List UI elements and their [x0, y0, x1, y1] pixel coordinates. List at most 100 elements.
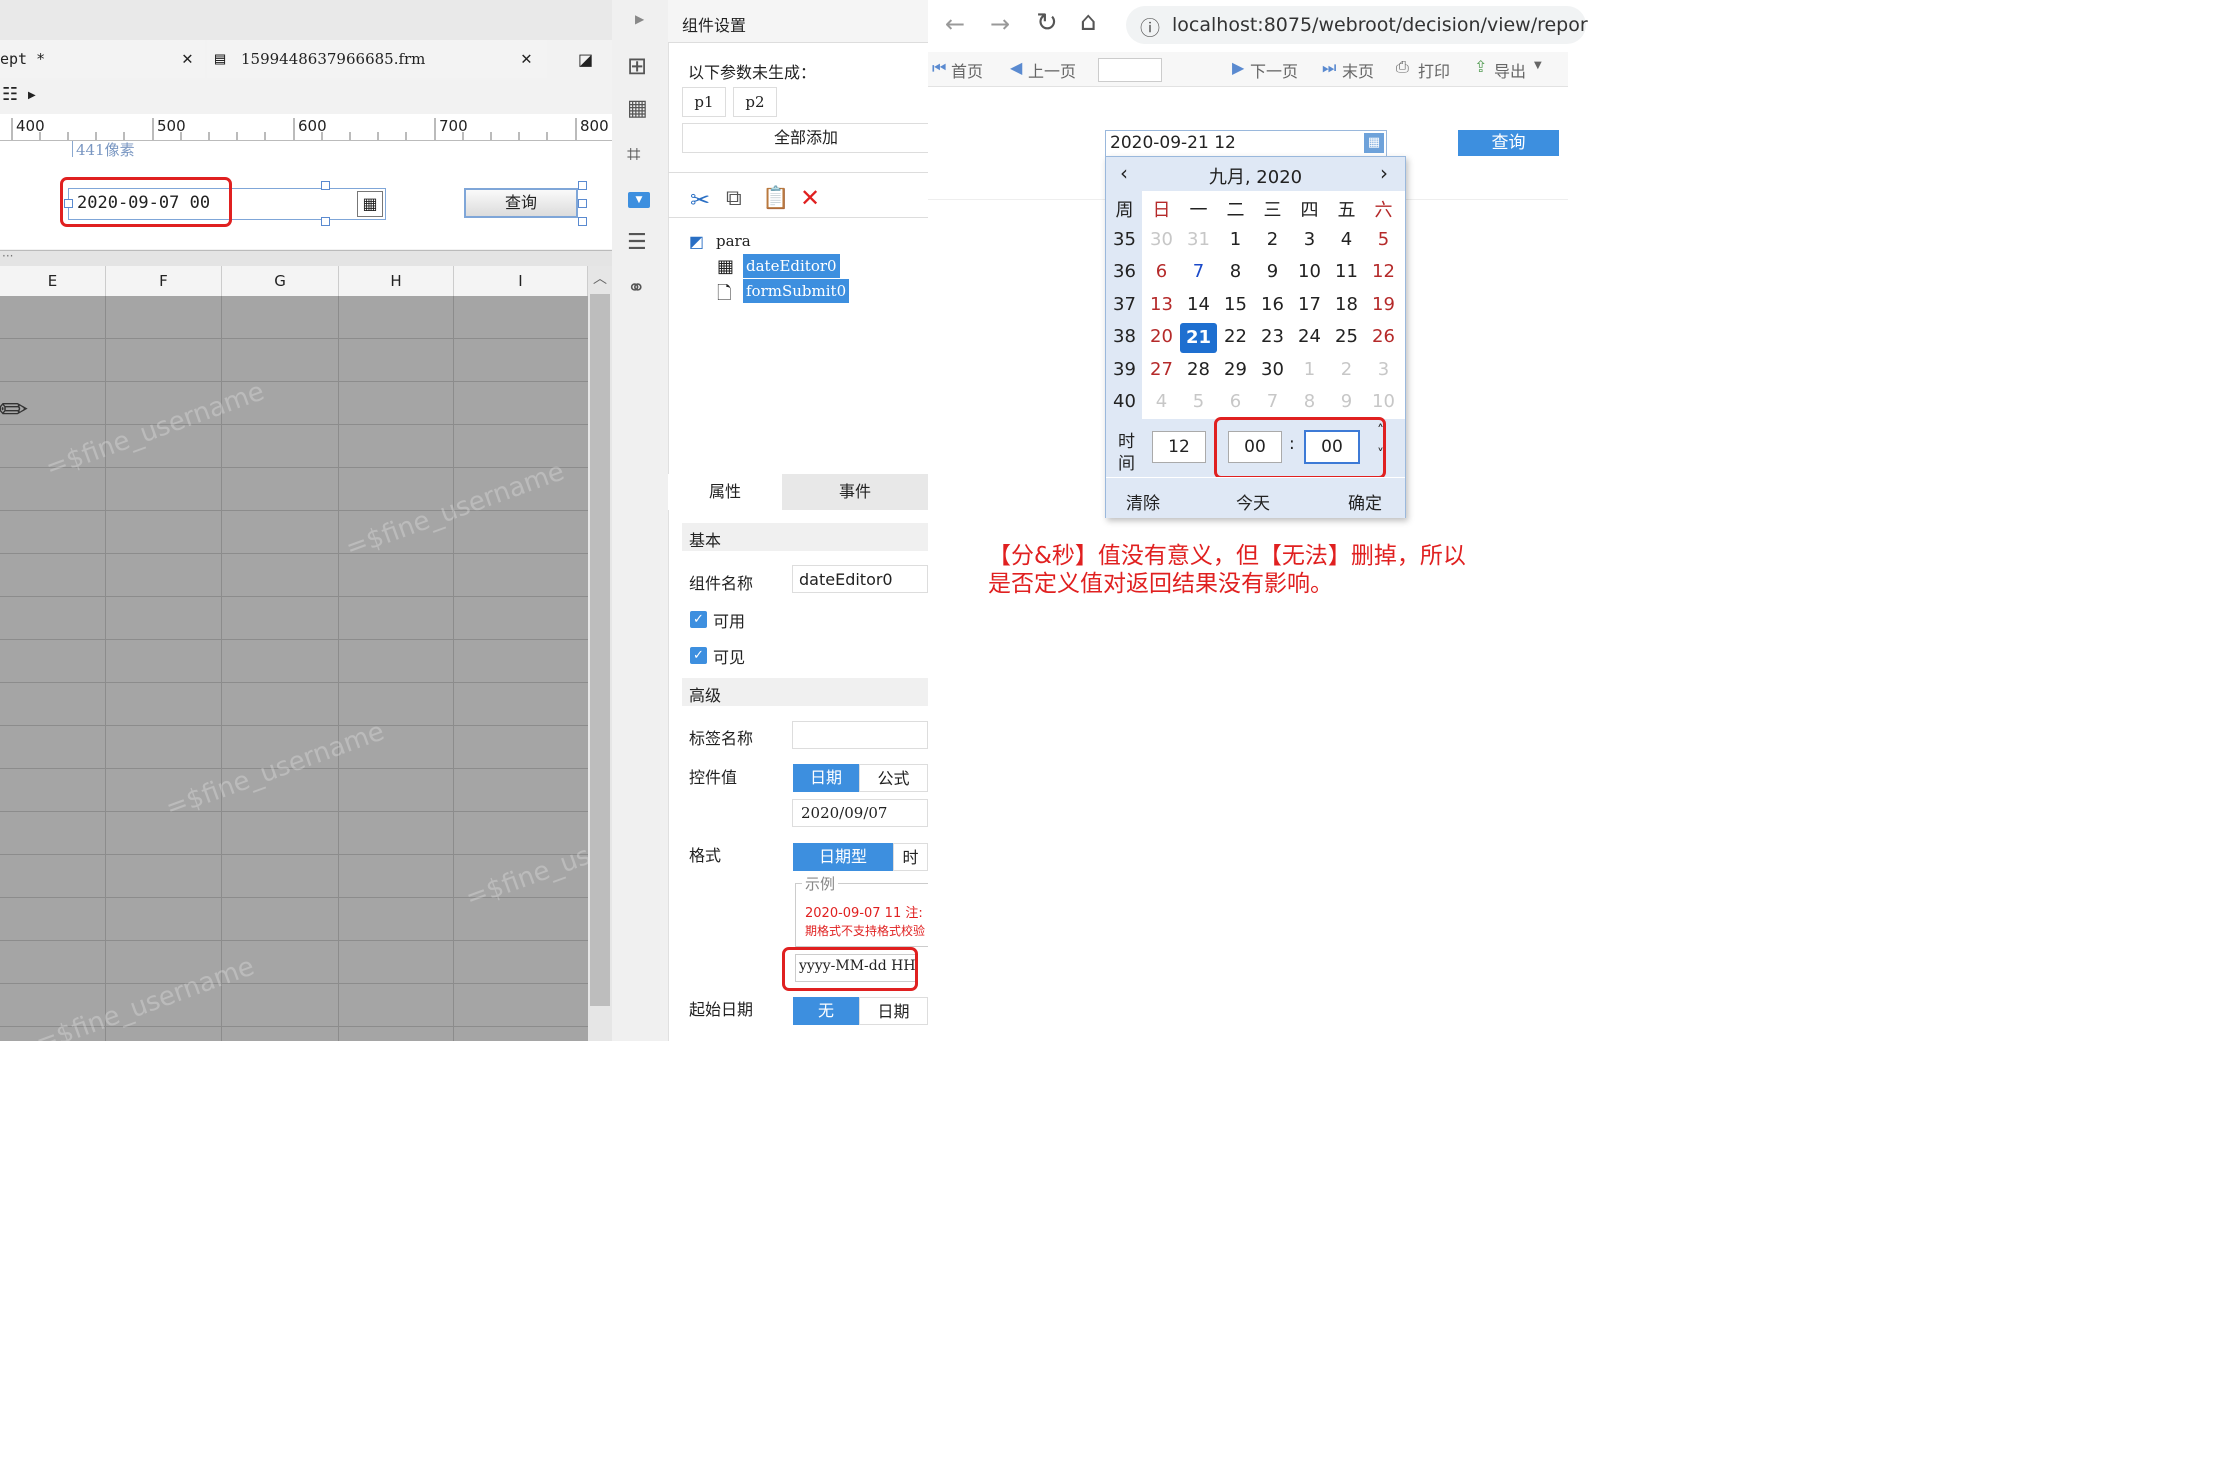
paste-icon[interactable]: 📋	[762, 186, 789, 211]
resize-handle[interactable]	[578, 217, 587, 226]
form-icon[interactable]: ☰	[627, 230, 647, 255]
visible-checkbox[interactable]: ✓	[690, 647, 707, 664]
hour-input[interactable]: 12	[1152, 431, 1206, 463]
reload-icon[interactable]: ↻	[1036, 8, 1058, 38]
calendar-day[interactable]: 26	[1365, 326, 1402, 347]
ok-button[interactable]: 确定	[1348, 489, 1382, 514]
tab-events[interactable]: 事件	[782, 474, 928, 510]
param-p2-button[interactable]: p2	[733, 87, 777, 117]
scrollbar-thumb[interactable]	[590, 294, 610, 1006]
tree-item-formsubmit[interactable]: formSubmit0	[743, 279, 850, 303]
prev-page-button[interactable]: 上一页	[1028, 58, 1076, 82]
address-bar[interactable]: ⓘ localhost:8075/webroot/decision/view/r…	[1126, 6, 1588, 44]
resize-handle[interactable]	[321, 217, 330, 226]
calendar-day[interactable]: 28	[1180, 359, 1217, 380]
calendar-day[interactable]: 31	[1180, 229, 1217, 250]
resize-handle[interactable]	[578, 181, 587, 190]
calendar-day[interactable]: 13	[1143, 294, 1180, 315]
calendar-day[interactable]: 2	[1328, 359, 1365, 380]
widget-icon[interactable]: ▼	[628, 192, 650, 208]
calendar-day[interactable]: 29	[1217, 359, 1254, 380]
tree-root-label[interactable]: para	[716, 232, 751, 250]
cut-icon[interactable]: ✂	[690, 186, 710, 214]
calendar-day[interactable]: 19	[1365, 294, 1402, 315]
calendar-day[interactable]: 8	[1217, 261, 1254, 282]
export-button[interactable]: 导出	[1494, 58, 1526, 82]
date-input[interactable]: 2020-09-21 12 ▦	[1105, 130, 1387, 158]
resize-handle[interactable]	[578, 199, 587, 208]
column-header[interactable]: G	[222, 266, 339, 296]
tag-input[interactable]	[792, 721, 928, 749]
delete-icon[interactable]: ✕	[800, 184, 820, 212]
calendar-icon[interactable]: ▦	[357, 191, 383, 217]
vertical-scrollbar[interactable]: ︿	[588, 266, 612, 1041]
list-icon[interactable]: ☷	[2, 84, 18, 105]
calendar-day[interactable]: 24	[1291, 326, 1328, 347]
column-header[interactable]: H	[339, 266, 454, 296]
clear-button[interactable]: 清除	[1126, 489, 1160, 514]
tab-frm[interactable]: ▤ 1599448637966685.frm ✕	[207, 40, 547, 78]
column-header[interactable]: F	[106, 266, 222, 296]
column-header[interactable]: E	[0, 266, 106, 296]
spreadsheet-grid[interactable]	[0, 296, 588, 1041]
calendar-day[interactable]: 7	[1254, 391, 1291, 412]
calendar-day[interactable]: 16	[1254, 294, 1291, 315]
calendar-day[interactable]: 3	[1365, 359, 1402, 380]
calendar-day[interactable]: 17	[1291, 294, 1328, 315]
next-page-button[interactable]: 下一页	[1250, 58, 1298, 82]
crop-icon[interactable]: ⌗	[627, 140, 641, 168]
calendar-icon[interactable]: ▦	[1364, 133, 1384, 153]
calendar-day[interactable]: 25	[1328, 326, 1365, 347]
calendar-day[interactable]: 20	[1143, 326, 1180, 347]
splitter[interactable]: ···	[0, 249, 612, 267]
expand-icon[interactable]: ▶	[635, 12, 644, 26]
format-type-date[interactable]: 日期型	[793, 843, 893, 871]
calendar-day[interactable]: 18	[1328, 294, 1365, 315]
value-type-formula[interactable]: 公式	[859, 764, 928, 792]
query-button[interactable]: 查询	[464, 188, 578, 218]
back-icon[interactable]: ←	[945, 10, 965, 38]
triangle-right-icon[interactable]: ▶	[28, 90, 36, 101]
calendar-day[interactable]: 10	[1291, 261, 1328, 282]
calendar-day[interactable]: 2	[1254, 229, 1291, 250]
tab-menu-icon[interactable]: ◪	[578, 50, 593, 69]
calendar-day[interactable]: 27	[1143, 359, 1180, 380]
tab-properties[interactable]: 属性	[668, 474, 782, 510]
tree-item-dateeditor[interactable]: dateEditor0	[743, 254, 840, 278]
calendar-day[interactable]: 4	[1143, 391, 1180, 412]
start-type-none[interactable]: 无	[793, 997, 859, 1025]
calendar-day[interactable]: 5	[1365, 229, 1402, 250]
chevron-up-icon[interactable]: ︿	[593, 268, 607, 288]
calendar-day[interactable]: 9	[1254, 261, 1291, 282]
last-page-button[interactable]: 末页	[1342, 58, 1374, 82]
format-type-time[interactable]: 时	[893, 843, 928, 871]
calendar-day[interactable]: 15	[1217, 294, 1254, 315]
start-type-date[interactable]: 日期	[859, 997, 928, 1025]
calendar-day[interactable]: 9	[1328, 391, 1365, 412]
name-input[interactable]: dateEditor0	[792, 565, 928, 593]
close-icon[interactable]: ✕	[182, 40, 193, 78]
calendar-day[interactable]: 3	[1291, 229, 1328, 250]
calendar-day[interactable]: 23	[1254, 326, 1291, 347]
tab-ept[interactable]: ept * ✕	[0, 40, 205, 78]
calendar-day[interactable]: 6	[1217, 391, 1254, 412]
value-input[interactable]: 2020/09/07	[792, 799, 928, 827]
table-info-icon[interactable]: ▦	[627, 96, 648, 121]
resize-handle[interactable]	[321, 181, 330, 190]
first-page-button[interactable]: 首页	[951, 58, 983, 82]
calendar-day[interactable]: 6	[1143, 261, 1180, 282]
calendar-day[interactable]: 22	[1217, 326, 1254, 347]
print-button[interactable]: 打印	[1418, 58, 1450, 82]
calendar-day[interactable]: 5	[1180, 391, 1217, 412]
copy-icon[interactable]: ⧉	[726, 186, 742, 211]
close-icon[interactable]: ✕	[521, 40, 532, 78]
layout-icon[interactable]: ⊞	[627, 52, 647, 80]
link-icon[interactable]: ⚭	[627, 276, 645, 301]
calendar-day[interactable]: 7	[1180, 261, 1217, 282]
query-button[interactable]: 查询	[1458, 130, 1559, 156]
calendar-day[interactable]: 21	[1180, 323, 1217, 353]
calendar-day[interactable]: 11	[1328, 261, 1365, 282]
forward-icon[interactable]: →	[990, 10, 1010, 38]
calendar-day[interactable]: 10	[1365, 391, 1402, 412]
calendar-day[interactable]: 14	[1180, 294, 1217, 315]
